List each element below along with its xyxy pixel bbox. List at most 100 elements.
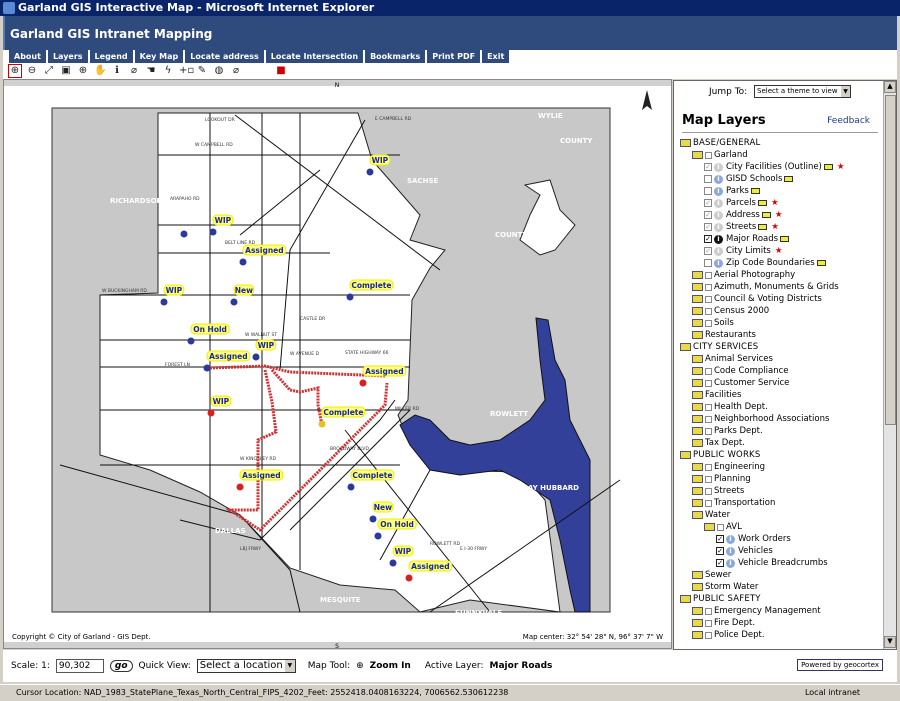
folder-icon[interactable] [692, 607, 703, 615]
quick-view-select[interactable]: Select a location ▼ [196, 659, 296, 673]
folder-icon[interactable] [692, 475, 703, 483]
info-icon[interactable]: i [726, 558, 735, 568]
layer-item[interactable]: Parks Dept. [680, 425, 880, 437]
layer-checkbox[interactable] [705, 475, 712, 483]
layer-item[interactable]: ✓ i Work Orders [680, 533, 880, 545]
tab-layers[interactable]: Layers [47, 50, 88, 63]
layer-item[interactable]: Code Compliance [680, 365, 880, 377]
folder-icon[interactable] [692, 319, 703, 327]
layer-item[interactable]: Streets [680, 485, 880, 497]
info-icon[interactable]: i [714, 246, 723, 256]
geocortex-logo[interactable]: Powered by geocortex [797, 659, 883, 671]
layer-checkbox[interactable] [705, 499, 712, 507]
pan-hand-icon[interactable]: ✋ [94, 65, 106, 77]
zoom-previous-icon[interactable]: ▣ [60, 65, 72, 77]
layer-item[interactable]: i GISD Schools [680, 173, 880, 185]
layer-item[interactable]: Animal Services [680, 353, 880, 365]
layer-item[interactable]: Transportation [680, 497, 880, 509]
tab-locate-intersection[interactable]: Locate Intersection [265, 50, 364, 63]
layer-item[interactable]: ✓ i City Limits ★ [680, 245, 880, 257]
select-icon[interactable]: ☚ [145, 65, 157, 77]
layer-item[interactable]: Azimuth, Monuments & Grids [680, 281, 880, 293]
folder-icon[interactable] [692, 571, 703, 579]
layer-item[interactable]: ✓ i Streets ★ [680, 221, 880, 233]
label-tag-icon[interactable] [750, 188, 760, 194]
folder-icon[interactable] [692, 379, 703, 387]
layer-checkbox[interactable] [705, 271, 712, 279]
layer-item[interactable]: ✓ i Parcels ★ [680, 197, 880, 209]
scroll-thumb[interactable] [885, 95, 896, 425]
folder-icon[interactable] [692, 463, 703, 471]
layer-checkbox[interactable]: ✓ [704, 247, 712, 255]
layer-item[interactable]: Council & Voting Districts [680, 293, 880, 305]
folder-icon[interactable] [692, 619, 703, 627]
info-icon[interactable]: i [714, 210, 723, 220]
tab-locate-address[interactable]: Locate address [185, 50, 264, 63]
layer-item[interactable]: Restaurants [680, 329, 880, 341]
layer-item[interactable]: Facilities [680, 389, 880, 401]
tab-bookmarks[interactable]: Bookmarks [365, 50, 426, 63]
folder-icon[interactable] [692, 499, 703, 507]
folder-icon[interactable] [692, 271, 703, 279]
tab-key-map[interactable]: Key Map [134, 50, 184, 63]
folder-icon[interactable] [692, 415, 703, 423]
folder-icon[interactable] [692, 487, 703, 495]
scroll-up-icon[interactable]: ▲ [884, 81, 896, 93]
print-icon[interactable]: ■ [275, 65, 287, 77]
folder-icon[interactable] [704, 523, 715, 531]
info-icon[interactable]: i [714, 234, 723, 244]
layer-item[interactable]: Emergency Management [680, 605, 880, 617]
layer-item[interactable]: Census 2000 [680, 305, 880, 317]
folder-icon[interactable] [680, 343, 691, 351]
layer-checkbox[interactable] [705, 307, 712, 315]
layer-item[interactable]: Sewer [680, 569, 880, 581]
panel-scrollbar[interactable]: ▲ ▼ [883, 81, 896, 649]
tab-about[interactable]: About [9, 50, 46, 63]
identify-icon[interactable]: ℹ [111, 65, 123, 77]
layer-checkbox[interactable] [705, 319, 712, 327]
zoom-out-icon[interactable]: ⊖ [26, 65, 38, 77]
eraser-icon[interactable]: ⌀ [128, 65, 140, 77]
folder-icon[interactable] [692, 511, 703, 519]
layer-item[interactable]: Storm Water [680, 581, 880, 593]
info-icon[interactable]: i [714, 198, 723, 208]
layer-checkbox[interactable] [705, 415, 712, 423]
layer-checkbox[interactable]: ✓ [716, 559, 724, 567]
layer-checkbox[interactable]: ✓ [704, 211, 712, 219]
layer-checkbox[interactable] [705, 367, 712, 375]
layer-item[interactable]: PUBLIC SAFETY [680, 593, 880, 605]
folder-icon[interactable] [692, 439, 703, 447]
layer-checkbox[interactable]: ✓ [716, 535, 724, 543]
layer-checkbox[interactable]: ✓ [704, 223, 712, 231]
full-extent-icon[interactable]: ⤢ [43, 65, 55, 77]
layer-item[interactable]: Engineering [680, 461, 880, 473]
layer-checkbox[interactable] [705, 403, 712, 411]
tab-legend[interactable]: Legend [89, 50, 133, 63]
info-icon[interactable]: i [726, 534, 735, 544]
map-canvas[interactable]: RICHARDSON SACHSE WYLIE COUNTY COUNTY ROWLETT… [4, 80, 671, 648]
layer-checkbox[interactable]: ✓ [704, 235, 712, 243]
layer-checkbox[interactable] [705, 283, 712, 291]
layer-checkbox[interactable] [705, 619, 712, 627]
layer-item[interactable]: BASE/GENERAL [680, 137, 880, 149]
label-tag-icon[interactable] [823, 164, 833, 170]
folder-icon[interactable] [692, 391, 703, 399]
info-icon[interactable]: i [714, 174, 723, 184]
folder-icon[interactable] [692, 367, 703, 375]
layer-item[interactable]: Tax Dept. [680, 437, 880, 449]
label-tag-icon[interactable] [761, 212, 771, 218]
layer-item[interactable]: ✓ i City Facilities (Outline) ★ [680, 161, 880, 173]
scroll-down-icon[interactable]: ▼ [884, 636, 896, 648]
folder-icon[interactable] [692, 583, 703, 591]
layer-checkbox[interactable] [705, 151, 712, 159]
zoom-selection-icon[interactable]: ⊕ [77, 65, 89, 77]
add-point-icon[interactable]: +▫ [179, 65, 194, 77]
layer-item[interactable]: Police Dept. [680, 629, 880, 641]
layer-checkbox[interactable]: ✓ [716, 547, 724, 555]
layer-item[interactable]: Soils [680, 317, 880, 329]
folder-icon[interactable] [680, 451, 691, 459]
work-order-marker[interactable] [180, 230, 188, 238]
layer-checkbox[interactable] [717, 523, 724, 531]
folder-icon[interactable] [680, 139, 691, 147]
layer-item[interactable]: Aerial Photography [680, 269, 880, 281]
